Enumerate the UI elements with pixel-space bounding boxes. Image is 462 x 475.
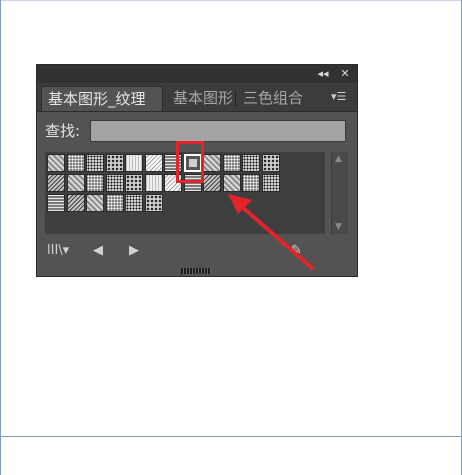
arrow-shaft	[238, 203, 314, 270]
annotation-arrow-icon	[228, 194, 314, 270]
